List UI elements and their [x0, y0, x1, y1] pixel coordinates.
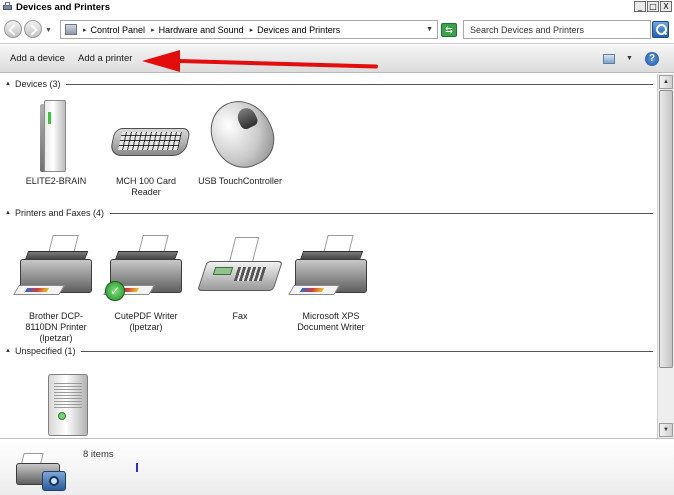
breadcrumb-control-panel[interactable]: Control Panel — [91, 25, 146, 35]
device-xps-writer[interactable]: Microsoft XPS Document Writer — [288, 231, 373, 333]
devices-printers-icon — [2, 1, 13, 13]
search-input[interactable]: Search Devices and Printers — [463, 20, 651, 39]
printer-icon — [13, 231, 98, 309]
forward-button[interactable] — [24, 20, 42, 38]
device-cutepdf-writer[interactable]: ✓ CutePDF Writer (lpetzar) — [103, 231, 188, 333]
device-fax[interactable]: Fax — [197, 231, 283, 322]
chevron-down-icon[interactable]: ▼ — [426, 26, 433, 33]
minimize-button[interactable]: _ — [634, 1, 646, 12]
device-brother-printer[interactable]: Brother DCP-8110DN Printer (lpetzar) — [13, 231, 98, 344]
device-elite2-brain[interactable]: ELITE2-BRAIN — [14, 96, 98, 187]
search-icon[interactable] — [652, 21, 669, 38]
keyboard-card-reader-icon — [104, 96, 191, 174]
fax-icon — [197, 231, 283, 309]
text-cursor — [136, 463, 138, 472]
group-header-unspecified[interactable]: ▲ Unspecified (1) — [5, 346, 653, 356]
change-view-icon[interactable] — [603, 54, 615, 64]
chevron-right-icon[interactable]: ▸ — [250, 26, 254, 34]
red-arrow-head — [142, 50, 180, 72]
devices-printers-icon — [16, 449, 70, 493]
control-panel-icon — [65, 24, 77, 35]
refresh-button[interactable]: ⇆ — [441, 23, 457, 37]
device-usb-touchcontroller[interactable]: USB TouchController — [198, 90, 284, 187]
help-button[interactable]: ? — [645, 52, 659, 66]
device-unspecified[interactable] — [14, 370, 98, 438]
mouse-icon — [198, 90, 284, 178]
group-header-devices[interactable]: ▲ Devices (3) — [5, 79, 653, 89]
group-header-printers-faxes[interactable]: ▲ Printers and Faxes (4) — [5, 208, 653, 218]
scroll-down-icon[interactable]: ▼ — [659, 423, 673, 437]
breadcrumb[interactable]: ▸ Control Panel ▸ Hardware and Sound ▸ D… — [60, 20, 438, 39]
scroll-thumb[interactable] — [659, 90, 673, 368]
vertical-scrollbar[interactable]: ▲ ▼ — [657, 74, 674, 438]
device-mch-card-reader[interactable]: MCH 100 Card Reader — [104, 96, 191, 198]
unspecified-device-icon — [14, 370, 98, 438]
collapse-icon[interactable]: ▲ — [5, 81, 11, 87]
close-button[interactable]: X — [660, 1, 672, 12]
address-bar: ▼ ▸ Control Panel ▸ Hardware and Sound ▸… — [0, 14, 674, 44]
printer-default-icon: ✓ — [103, 231, 188, 309]
back-button[interactable] — [4, 20, 22, 38]
item-count: 8 items — [83, 449, 114, 460]
printer-icon — [288, 231, 373, 309]
window-title: Devices and Printers — [16, 1, 110, 13]
details-pane: 8 items — [0, 438, 674, 495]
title-bar: Devices and Printers _ □ X — [0, 0, 674, 14]
breadcrumb-hardware-sound[interactable]: Hardware and Sound — [159, 25, 244, 35]
command-bar: Add a device Add a printer — [0, 45, 674, 73]
device-list: ▲ Devices (3) ELITE2-BRAIN MCH 100 Card … — [0, 74, 657, 438]
scroll-up-icon[interactable]: ▲ — [659, 75, 673, 89]
breadcrumb-devices-printers[interactable]: Devices and Printers — [257, 25, 340, 35]
chevron-right-icon[interactable]: ▸ — [151, 26, 155, 34]
default-checkmark-icon: ✓ — [105, 281, 125, 301]
chevron-down-icon[interactable]: ▼ — [626, 55, 633, 62]
recent-pages-icon[interactable]: ▼ — [45, 27, 52, 34]
add-device-button[interactable]: Add a device — [10, 53, 65, 64]
add-printer-button[interactable]: Add a printer — [78, 53, 132, 64]
chevron-right-icon[interactable]: ▸ — [83, 26, 87, 34]
collapse-icon[interactable]: ▲ — [5, 348, 11, 354]
collapse-icon[interactable]: ▲ — [5, 210, 11, 216]
maximize-button[interactable]: □ — [647, 1, 659, 12]
computer-tower-icon — [14, 96, 98, 174]
